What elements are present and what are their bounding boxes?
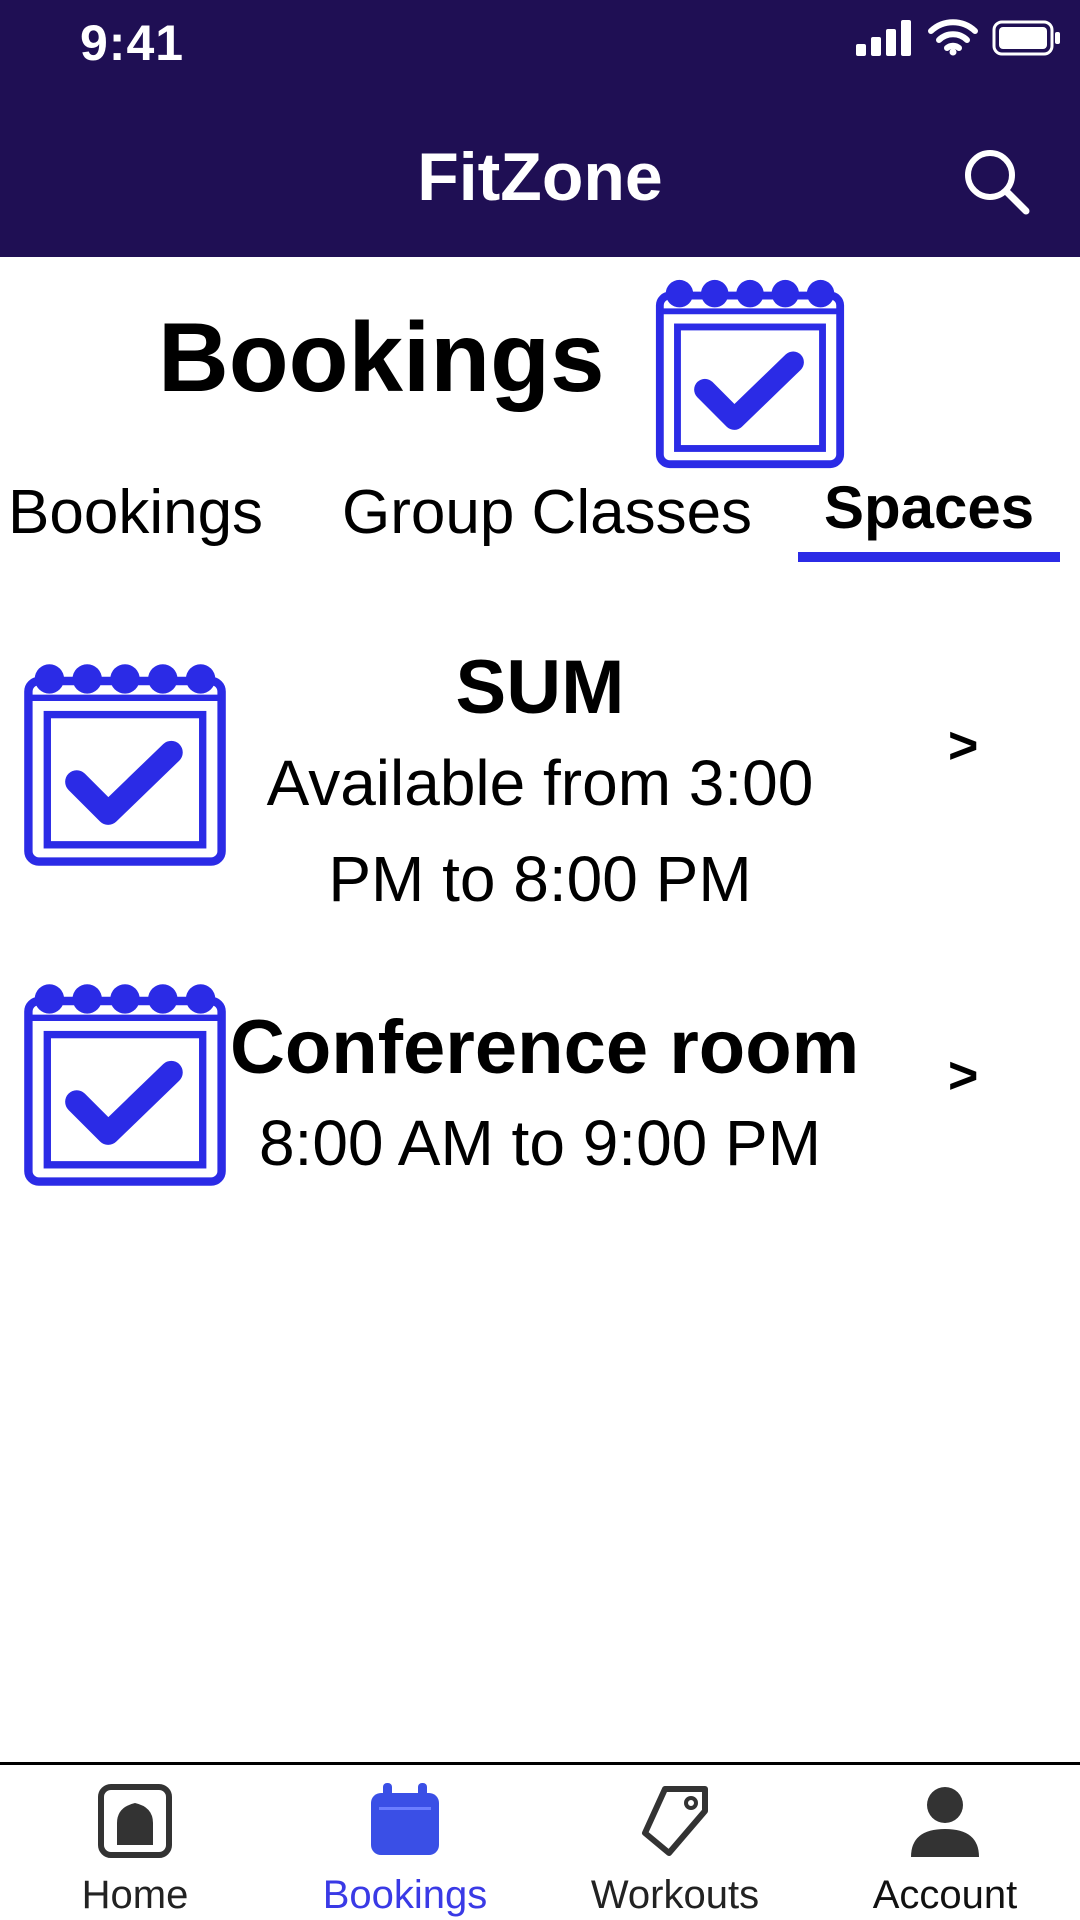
battery-icon [992,20,1060,56]
nav-label-account: Account [872,1873,1018,1917]
app-bar: 9:41 FitZone [0,0,1080,257]
space-name: SUM [455,645,625,730]
calendar-check-icon [24,664,226,866]
status-time: 9:41 [80,15,185,71]
nav-label-workouts: Workouts [590,1873,760,1917]
tab-spaces[interactable]: Spaces [824,478,1034,538]
screen: 9:41 FitZone Bookings Bookings Group Cla… [0,0,1080,1920]
status-icons [856,18,1062,56]
nav-label-bookings: Bookings [322,1873,488,1917]
space-availability: Available from 3:00 PM to 8:00 PM [266,747,814,915]
list-item-sum[interactable]: SUM Available from 3:00 PM to 8:00 PM > [0,640,1080,920]
space-availability: 8:00 AM to 9:00 PM [258,1107,822,1179]
space-name: Conference room [230,1005,860,1090]
list-item-text: Conference room 8:00 AM to 9:00 PM [230,1000,860,1191]
list-item-conference-room[interactable]: Conference room 8:00 AM to 9:00 PM > [0,980,1080,1200]
bottom-nav: Home Bookings Workouts Account [0,1762,1080,1920]
nav-item-bookings[interactable]: Bookings [270,1765,540,1920]
calendar-check-icon [24,984,226,1186]
list-item-text: SUM Available from 3:00 PM to 8:00 PM [230,640,850,927]
nav-item-account[interactable]: Account [810,1765,1080,1920]
calendar-icon [371,1783,439,1855]
app-title: FitZone [417,139,663,215]
search-icon[interactable] [960,145,1032,217]
tab-bookings[interactable]: Bookings [8,482,263,544]
person-icon [911,1787,979,1857]
nav-item-workouts[interactable]: Workouts [540,1765,810,1920]
signal-icon [856,20,911,56]
nav-item-home[interactable]: Home [0,1765,270,1920]
home-icon [98,1784,172,1858]
chevron-right-icon[interactable]: > [948,716,978,776]
page-title: Bookings [158,302,605,412]
calendar-check-icon [655,279,845,469]
nav-label-home: Home [81,1873,189,1917]
wifi-icon [928,19,978,56]
chevron-right-icon[interactable]: > [948,1046,978,1106]
tag-icon [642,1786,708,1856]
tab-group-classes[interactable]: Group Classes [342,482,752,544]
tab-selected-indicator [798,552,1060,562]
